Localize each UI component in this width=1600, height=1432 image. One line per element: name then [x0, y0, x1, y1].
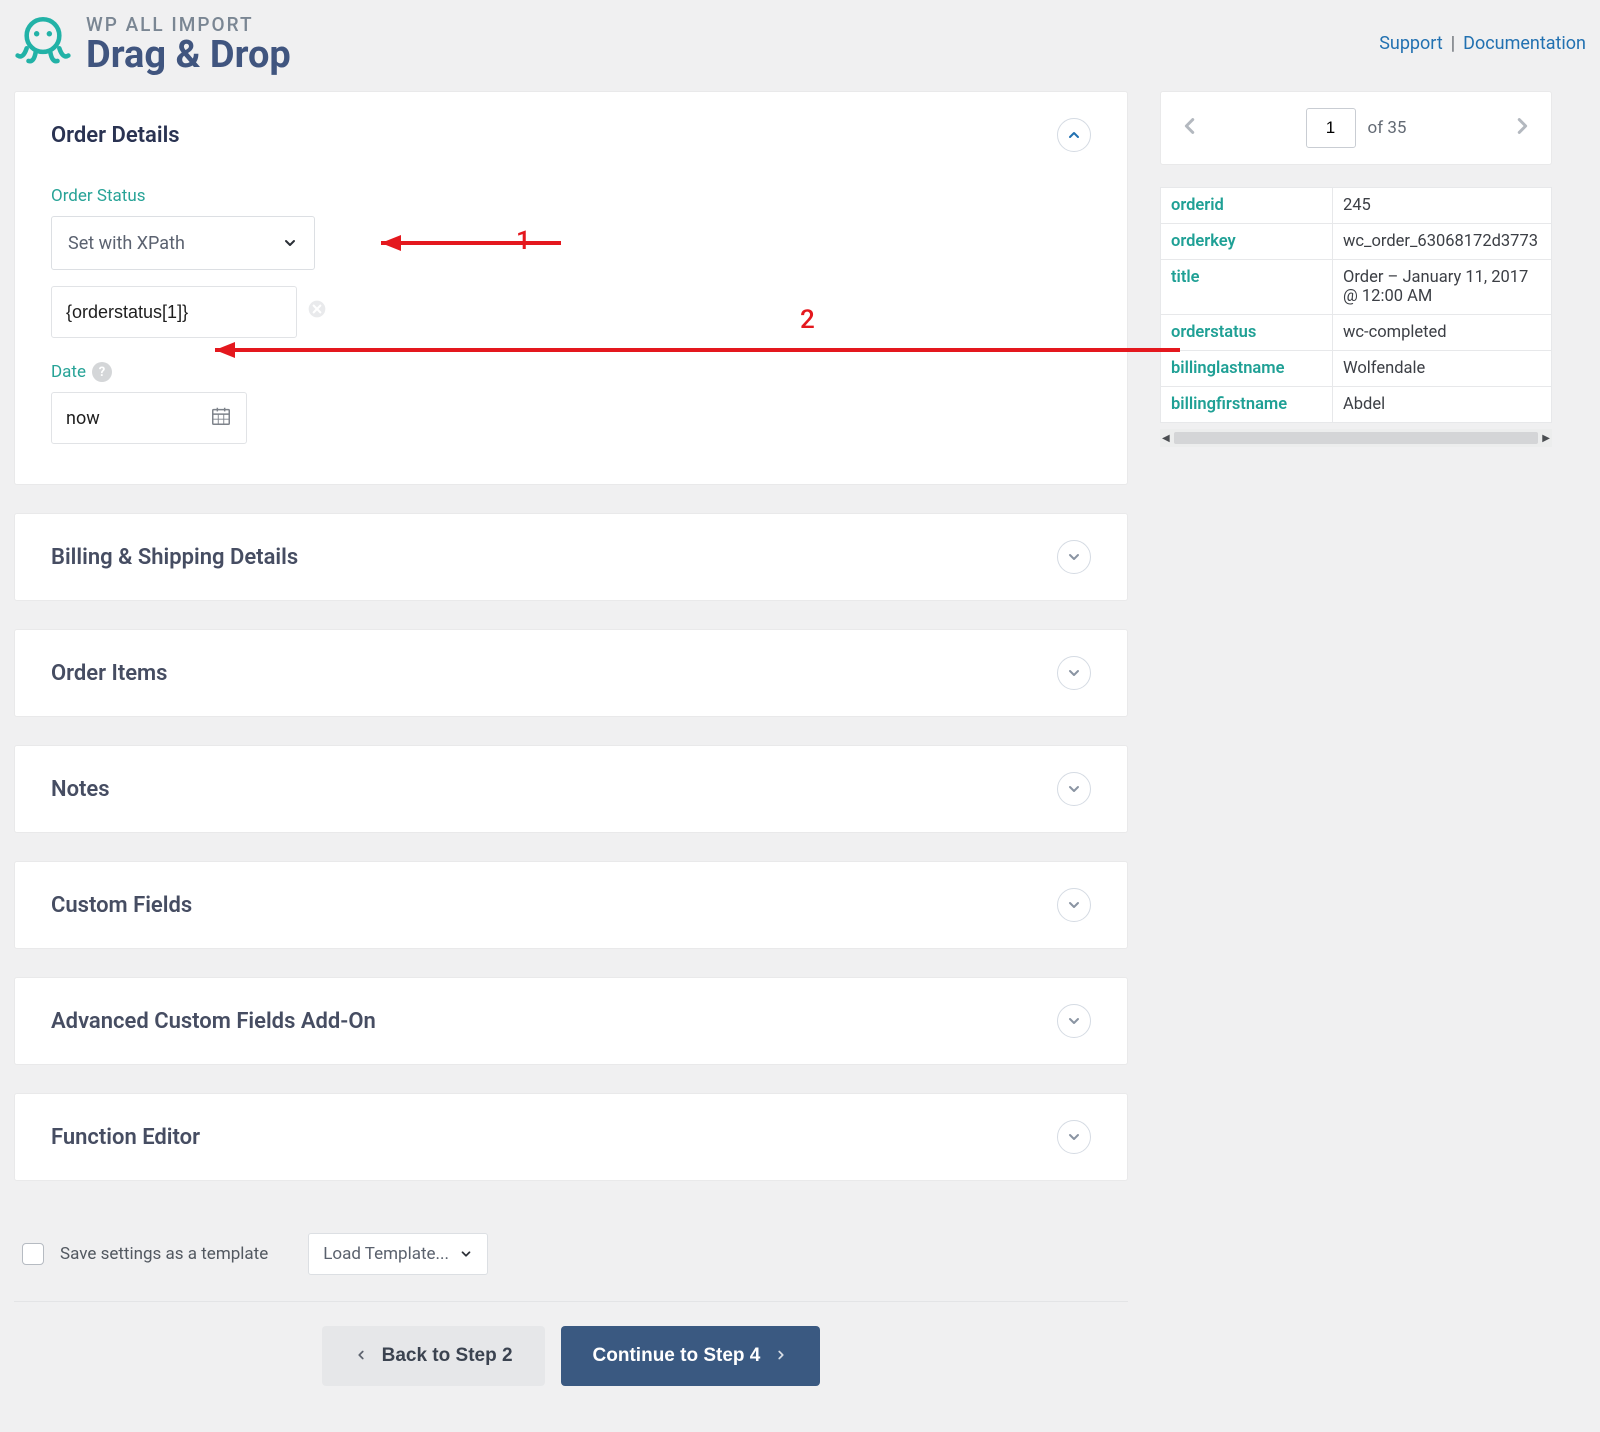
chevron-up-icon	[1066, 127, 1082, 143]
panel-header-notes[interactable]: Notes	[15, 746, 1127, 832]
date-input[interactable]: now	[51, 392, 247, 444]
panel-toggle-custom-fields[interactable]	[1057, 888, 1091, 922]
preview-key[interactable]: orderstatus	[1161, 315, 1333, 351]
panel-toggle-function-editor[interactable]	[1057, 1120, 1091, 1154]
preview-table: orderid245orderkeywc_order_63068172d3773…	[1160, 187, 1552, 423]
back-button[interactable]: Back to Step 2	[322, 1326, 545, 1386]
panel-header-order-items[interactable]: Order Items	[15, 630, 1127, 716]
preview-key[interactable]: title	[1161, 260, 1333, 315]
save-template-label: Save settings as a template	[60, 1244, 268, 1264]
continue-button[interactable]: Continue to Step 4	[561, 1326, 821, 1386]
table-row[interactable]: billingfirstnameAbdel	[1161, 387, 1552, 423]
panel-header-billing[interactable]: Billing & Shipping Details	[15, 514, 1127, 600]
preview-value: Order – January 11, 2017 @ 12:00 AM	[1333, 260, 1552, 315]
documentation-link[interactable]: Documentation	[1463, 33, 1586, 54]
chevron-down-icon	[1066, 549, 1082, 565]
chevron-down-icon	[1066, 1013, 1082, 1029]
chevron-down-icon	[459, 1247, 473, 1261]
preview-value: wc_order_63068172d3773	[1333, 224, 1552, 260]
panel-order-details: Order Details Order Status Set with XPat…	[14, 91, 1128, 485]
order-status-xpath-input[interactable]	[51, 286, 297, 338]
brand: WP ALL IMPORT Drag & Drop	[14, 12, 291, 75]
preview-value: 245	[1333, 188, 1552, 224]
pager-next[interactable]	[1511, 115, 1533, 142]
chevron-down-icon	[1066, 897, 1082, 913]
table-row[interactable]: titleOrder – January 11, 2017 @ 12:00 AM	[1161, 260, 1552, 315]
panel-header-custom-fields[interactable]: Custom Fields	[15, 862, 1127, 948]
table-row[interactable]: billinglastnameWolfendale	[1161, 351, 1552, 387]
clear-input-icon[interactable]	[307, 299, 327, 325]
chevron-down-icon	[282, 235, 298, 251]
help-icon[interactable]: ?	[92, 362, 112, 382]
chevron-right-icon	[774, 1346, 788, 1367]
load-template-select[interactable]: Load Template...	[308, 1233, 488, 1275]
scroll-left-icon[interactable]: ◀	[1162, 433, 1170, 444]
pager-prev[interactable]	[1179, 115, 1201, 142]
panel-title-order-details: Order Details	[51, 123, 180, 148]
pager: of 35	[1160, 91, 1552, 165]
panel-header-acf[interactable]: Advanced Custom Fields Add-On	[15, 978, 1127, 1064]
order-status-label: Order Status	[51, 186, 1091, 206]
panel-toggle-order-items[interactable]	[1057, 656, 1091, 690]
chevron-left-icon	[354, 1346, 368, 1367]
preview-key[interactable]: billinglastname	[1161, 351, 1333, 387]
table-row[interactable]: orderid245	[1161, 188, 1552, 224]
order-status-select-value: Set with XPath	[68, 233, 185, 254]
panel-billing: Billing & Shipping Details	[14, 513, 1128, 601]
order-status-select[interactable]: Set with XPath	[51, 216, 315, 270]
preview-key[interactable]: billingfirstname	[1161, 387, 1333, 423]
annotation-arrow-1-icon	[351, 228, 581, 258]
header-links: Support | Documentation	[1379, 33, 1586, 54]
preview-key[interactable]: orderid	[1161, 188, 1333, 224]
chevron-down-icon	[1066, 1129, 1082, 1145]
panel-notes: Notes	[14, 745, 1128, 833]
date-value: now	[66, 408, 100, 429]
panel-toggle-acf[interactable]	[1057, 1004, 1091, 1038]
panel-toggle-billing[interactable]	[1057, 540, 1091, 574]
table-row[interactable]: orderstatuswc-completed	[1161, 315, 1552, 351]
horizontal-scrollbar[interactable]: ◀ ▶	[1160, 429, 1552, 447]
panel-acf: Advanced Custom Fields Add-On	[14, 977, 1128, 1065]
table-row[interactable]: orderkeywc_order_63068172d3773	[1161, 224, 1552, 260]
calendar-icon	[210, 405, 232, 432]
preview-key[interactable]: orderkey	[1161, 224, 1333, 260]
divider	[14, 1301, 1128, 1302]
panel-custom-fields: Custom Fields	[14, 861, 1128, 949]
annotation-number-1: 1	[516, 226, 531, 256]
support-link[interactable]: Support	[1379, 33, 1443, 54]
preview-value: Abdel	[1333, 387, 1552, 423]
chevron-down-icon	[1066, 665, 1082, 681]
panel-header-order-details[interactable]: Order Details	[15, 92, 1127, 178]
save-template-checkbox[interactable]	[22, 1243, 44, 1265]
date-label: Date ?	[51, 362, 1091, 382]
panel-toggle-notes[interactable]	[1057, 772, 1091, 806]
pager-total: of 35	[1368, 118, 1407, 138]
panel-function-editor: Function Editor	[14, 1093, 1128, 1181]
scroll-right-icon[interactable]: ▶	[1542, 433, 1550, 444]
chevron-down-icon	[1066, 781, 1082, 797]
panel-header-function-editor[interactable]: Function Editor	[15, 1094, 1127, 1180]
preview-value: wc-completed	[1333, 315, 1552, 351]
panel-toggle-order-details[interactable]	[1057, 118, 1091, 152]
page-input[interactable]	[1306, 108, 1356, 148]
preview-value: Wolfendale	[1333, 351, 1552, 387]
logo-icon	[14, 12, 72, 75]
panel-order-items: Order Items	[14, 629, 1128, 717]
brand-title: Drag & Drop	[86, 36, 291, 74]
